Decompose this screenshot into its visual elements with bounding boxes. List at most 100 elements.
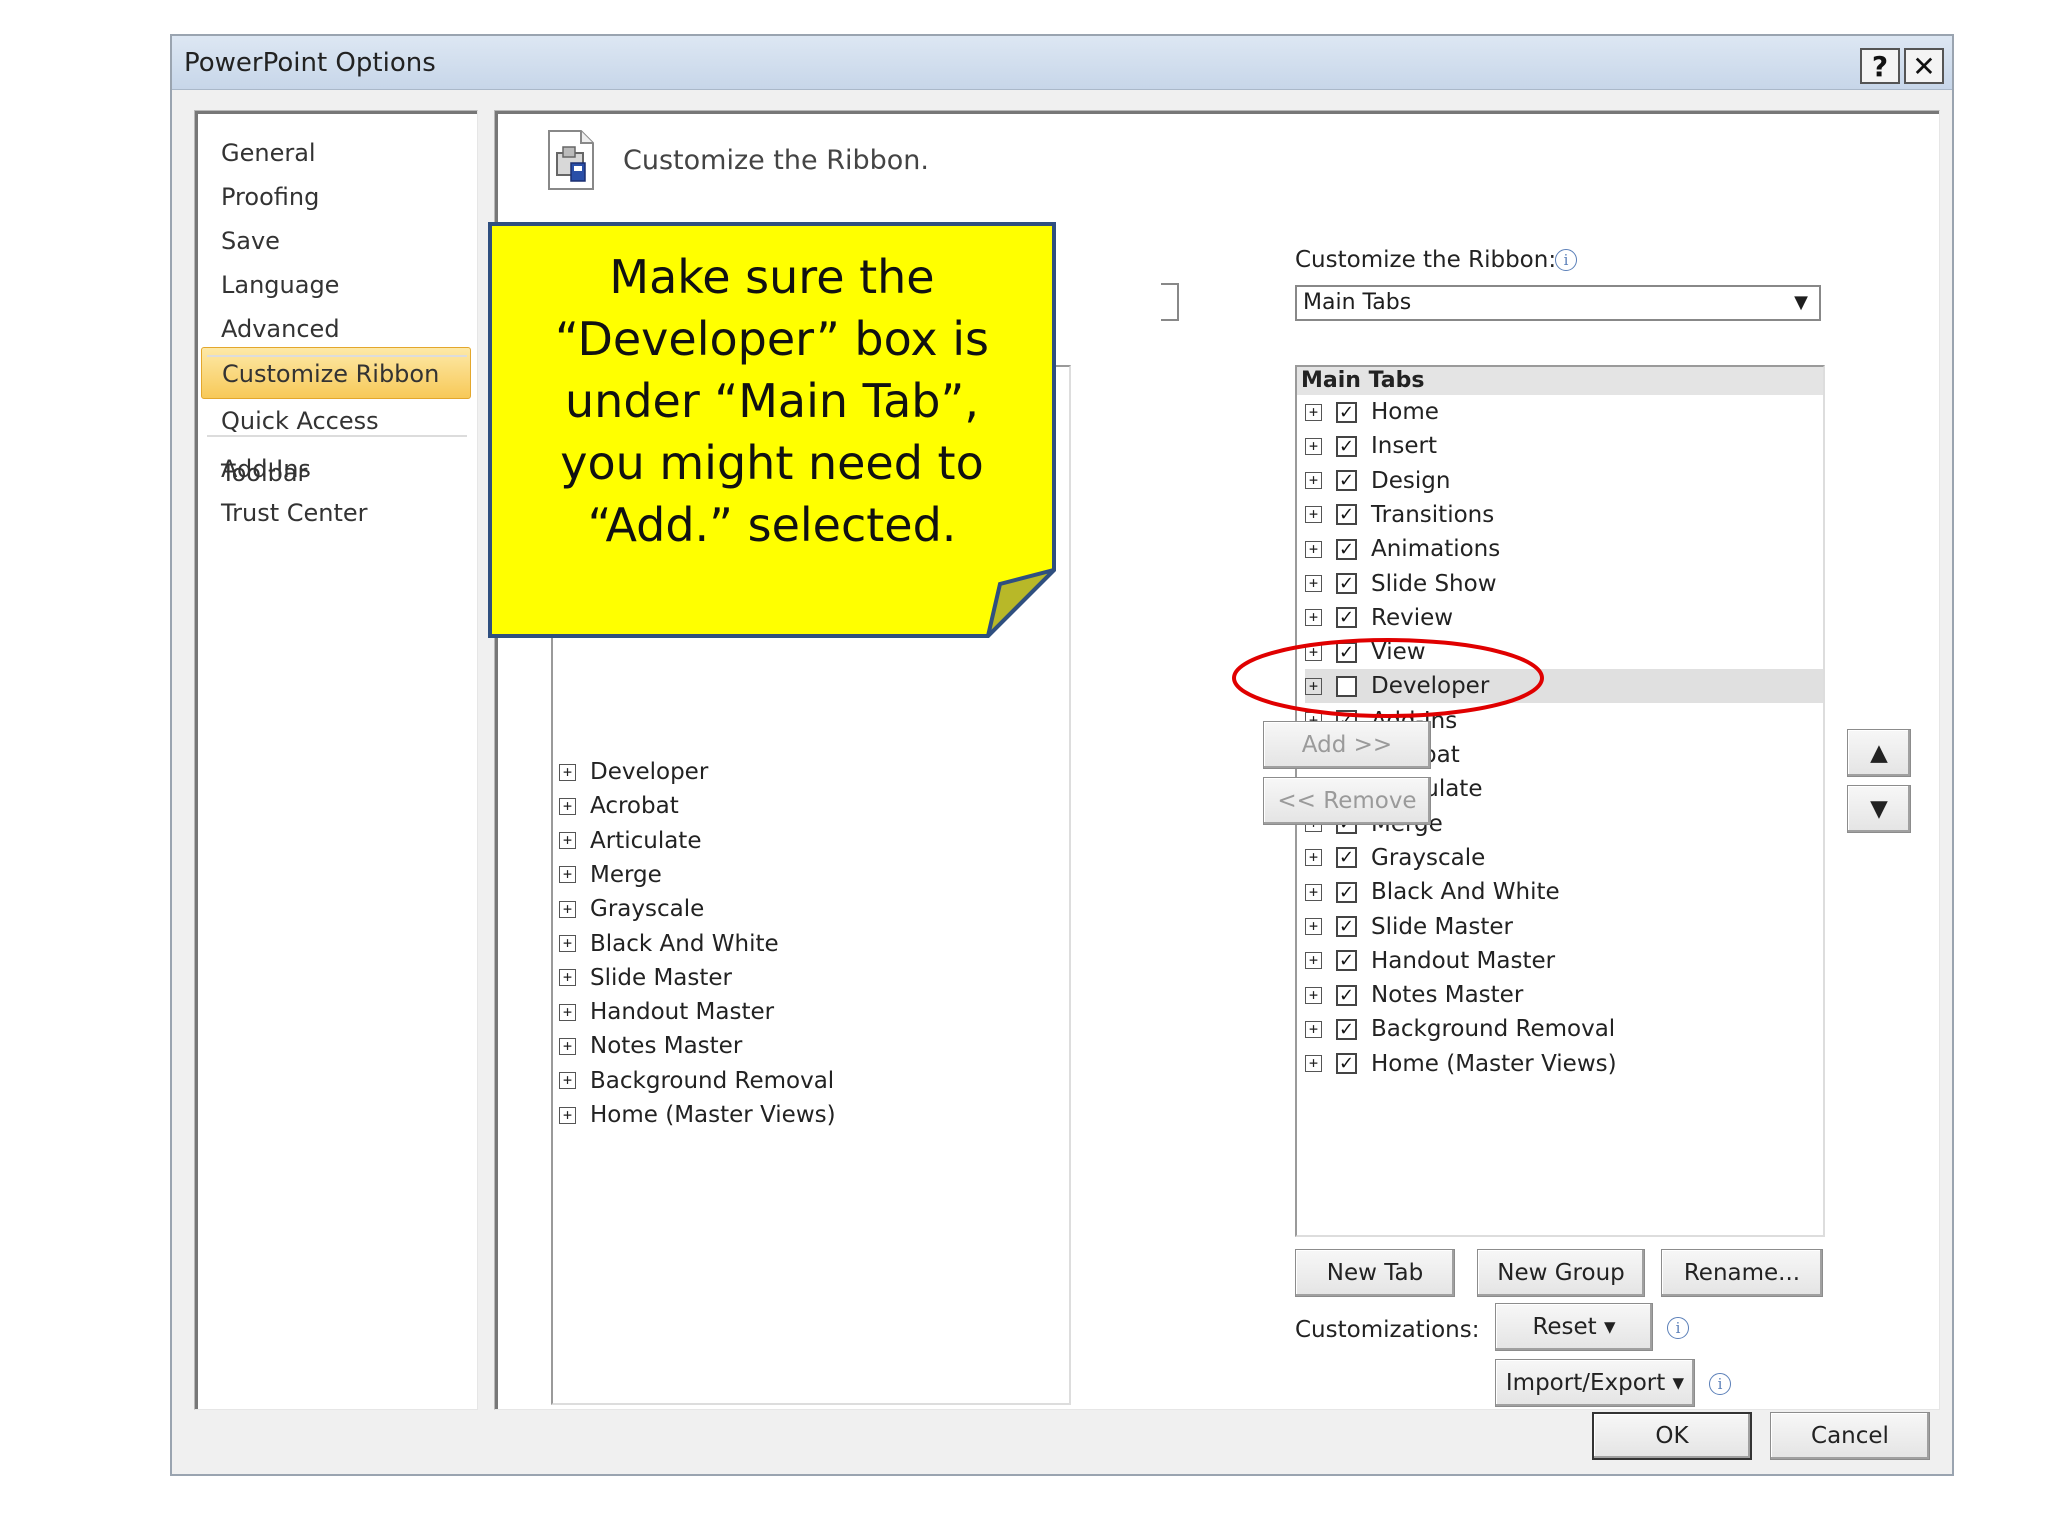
tree-row-handout-master[interactable]: + ✓ Handout Master <box>1305 944 1823 978</box>
tree-row-slide-show[interactable]: + ✓ Slide Show <box>1305 567 1823 601</box>
list-item[interactable]: + Black And White <box>559 927 779 961</box>
choose-commands-dropdown[interactable] <box>1161 283 1179 321</box>
expand-icon[interactable]: + <box>1305 952 1322 970</box>
cancel-button[interactable]: Cancel <box>1770 1412 1930 1460</box>
move-up-button[interactable]: ▲ <box>1847 729 1911 777</box>
tree-row-review[interactable]: + ✓ Review <box>1305 601 1823 635</box>
list-item-label: Grayscale <box>590 896 705 923</box>
expand-icon[interactable]: + <box>559 935 576 952</box>
list-item[interactable]: + Home (Master Views) <box>559 1098 836 1132</box>
expand-icon[interactable]: + <box>1305 1020 1322 1038</box>
new-group-button[interactable]: New Group <box>1477 1249 1645 1297</box>
expand-icon[interactable]: + <box>559 832 576 850</box>
move-down-button[interactable]: ▼ <box>1847 785 1911 833</box>
remove-button[interactable]: << Remove <box>1263 777 1431 825</box>
tree-row-animations[interactable]: + ✓ Animations <box>1305 532 1823 566</box>
expand-icon[interactable]: + <box>1305 883 1322 901</box>
tab-checkbox[interactable]: ✓ <box>1336 916 1357 937</box>
expand-icon[interactable]: + <box>1305 540 1322 558</box>
tree-row-label: Slide Master <box>1371 913 1513 940</box>
rename-button[interactable]: Rename... <box>1661 1249 1823 1297</box>
tab-checkbox[interactable]: ✓ <box>1336 538 1357 560</box>
expand-icon[interactable]: + <box>1305 1055 1322 1073</box>
title-bar: PowerPoint Options ? ✕ <box>172 36 1952 90</box>
list-item[interactable]: + Merge <box>559 858 662 892</box>
list-item-label: Notes Master <box>590 1033 743 1060</box>
tree-row-background-removal[interactable]: + ✓ Background Removal <box>1305 1012 1823 1046</box>
tree-row-label: Slide Show <box>1371 570 1497 597</box>
expand-icon[interactable]: + <box>1305 609 1322 627</box>
list-item[interactable]: + Notes Master <box>559 1029 742 1063</box>
tab-checkbox[interactable]: ✓ <box>1336 1018 1357 1040</box>
close-button[interactable]: ✕ <box>1904 48 1944 84</box>
nav-item-trust-center[interactable]: Trust Center <box>199 487 471 539</box>
expand-icon[interactable]: + <box>1305 472 1322 490</box>
tree-row-insert[interactable]: + ✓ Insert <box>1305 429 1823 463</box>
list-item-label: Merge <box>590 861 662 888</box>
help-button[interactable]: ? <box>1860 48 1900 84</box>
list-item[interactable]: + Background Removal <box>559 1064 834 1098</box>
list-item-label: Acrobat <box>590 793 679 820</box>
nav-separator <box>207 435 467 437</box>
customizations-label: Customizations: <box>1295 1317 1480 1343</box>
tab-checkbox[interactable]: ✓ <box>1336 1053 1357 1075</box>
tree-row-home[interactable]: + ✓ Home <box>1305 395 1823 429</box>
tree-row-grayscale[interactable]: + ✓ Grayscale <box>1305 841 1823 875</box>
tree-row-transitions[interactable]: + ✓ Transitions <box>1305 498 1823 532</box>
section-title: Customize the Ribbon. <box>623 145 929 176</box>
expand-icon[interactable]: + <box>1305 506 1322 524</box>
nav-item-quick-access-toolbar[interactable]: Quick Access Toolbar <box>199 395 471 487</box>
expand-icon[interactable]: + <box>559 900 576 918</box>
ribbon-customize-icon <box>548 130 594 190</box>
expand-icon[interactable]: + <box>1305 986 1322 1004</box>
expand-icon[interactable]: + <box>559 866 576 884</box>
category-nav: General Proofing Save Language Advanced Custo… <box>194 110 478 1410</box>
tab-checkbox[interactable]: ✓ <box>1336 401 1357 423</box>
expand-icon[interactable]: + <box>559 1106 576 1124</box>
new-tab-button[interactable]: New Tab <box>1295 1249 1455 1297</box>
info-icon: i <box>1667 1317 1689 1339</box>
expand-icon[interactable]: + <box>1305 918 1322 935</box>
expand-icon[interactable]: + <box>559 1037 576 1055</box>
tab-checkbox[interactable]: ✓ <box>1336 847 1357 869</box>
tree-row-label: Transitions <box>1371 501 1495 528</box>
expand-icon[interactable]: + <box>559 763 576 781</box>
tab-checkbox[interactable]: ✓ <box>1336 470 1357 492</box>
tab-checkbox[interactable]: ✓ <box>1336 984 1357 1006</box>
expand-icon[interactable]: + <box>559 969 576 987</box>
list-item[interactable]: + Articulate <box>559 824 701 858</box>
import-export-button[interactable]: Import/Export ▾ <box>1495 1359 1695 1407</box>
expand-icon[interactable]: + <box>559 797 576 815</box>
expand-icon[interactable]: + <box>1305 575 1322 592</box>
expand-icon[interactable]: + <box>1305 437 1322 455</box>
expand-icon[interactable]: + <box>559 1003 576 1021</box>
chevron-down-icon[interactable]: ▼ <box>1787 291 1815 315</box>
tree-row-slide-master[interactable]: + ✓ Slide Master <box>1305 910 1823 944</box>
list-item[interactable]: + Acrobat <box>559 789 679 823</box>
tab-checkbox[interactable]: ✓ <box>1336 607 1357 629</box>
list-item[interactable]: + Slide Master <box>559 961 732 995</box>
tree-row-black-and-white[interactable]: + ✓ Black And White <box>1305 875 1823 909</box>
tab-checkbox[interactable]: ✓ <box>1336 435 1357 457</box>
expand-icon[interactable]: + <box>1305 849 1322 867</box>
tree-row-label: Black And White <box>1371 879 1560 906</box>
tree-row-label: Notes Master <box>1371 982 1524 1009</box>
list-item[interactable]: + Developer <box>559 755 708 789</box>
expand-icon[interactable]: + <box>559 1072 576 1090</box>
tree-row-notes-master[interactable]: + ✓ Notes Master <box>1305 978 1823 1012</box>
list-item[interactable]: + Grayscale <box>559 892 704 926</box>
tab-checkbox[interactable]: ✓ <box>1336 504 1357 526</box>
options-dialog: PowerPoint Options ? ✕ General Proofing Sa… <box>170 34 1954 1476</box>
list-item[interactable]: + Handout Master <box>559 995 774 1029</box>
tree-row-design[interactable]: + ✓ Design <box>1305 464 1823 498</box>
tree-row-home-master-views-[interactable]: + ✓ Home (Master Views) <box>1305 1047 1823 1081</box>
tab-checkbox[interactable]: ✓ <box>1336 950 1357 972</box>
ribbon-tabs-dropdown[interactable]: Main Tabs ▼ <box>1295 285 1821 321</box>
reset-button[interactable]: Reset ▾ <box>1495 1303 1653 1351</box>
tab-checkbox[interactable]: ✓ <box>1336 573 1357 594</box>
dropdown-value: Main Tabs <box>1303 290 1412 315</box>
ok-button[interactable]: OK <box>1592 1412 1752 1460</box>
expand-icon[interactable]: + <box>1305 403 1322 421</box>
tab-checkbox[interactable]: ✓ <box>1336 881 1357 903</box>
add-button[interactable]: Add >> <box>1263 721 1431 769</box>
